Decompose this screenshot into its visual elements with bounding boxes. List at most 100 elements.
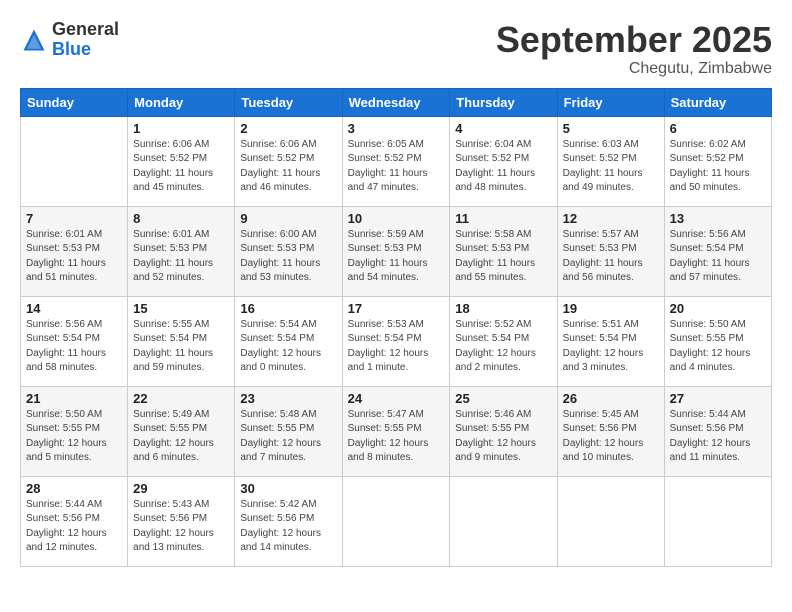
day-info: Sunrise: 5:42 AMSunset: 5:56 PMDaylight:…	[240, 498, 336, 556]
calendar-cell: 5Sunrise: 6:03 AMSunset: 5:52 PMDaylight…	[557, 116, 664, 206]
week-row-4: 28 Sunrise: 5:44 AMSunset: 5:56 PMDayligh…	[21, 476, 772, 566]
day-number: 15	[133, 301, 229, 316]
day-info: Sunrise: 6:04 AMSunset: 5:52 PMDaylight:…	[455, 138, 551, 196]
week-row-2: 14 Sunrise: 5:56 AMSunset: 5:54 PMDayligh…	[21, 296, 772, 386]
day-number: 22	[133, 391, 229, 406]
calendar-cell: 26Sunrise: 5:45 AMSunset: 5:56 PMDayligh…	[557, 386, 664, 476]
day-number: 1	[133, 121, 229, 136]
calendar-cell: 13 Sunrise: 5:56 AMSunset: 5:54 PMDayligh…	[664, 206, 771, 296]
calendar-cell: 16 Sunrise: 5:54 AMSunset: 5:54 PMDayligh…	[235, 296, 342, 386]
day-number: 13	[670, 211, 766, 226]
calendar-cell: 7 Sunrise: 6:01 AMSunset: 5:53 PMDaylight…	[21, 206, 128, 296]
day-number: 19	[563, 301, 659, 316]
day-info: Sunrise: 6:02 AMSunset: 5:52 PMDaylight:…	[670, 138, 766, 196]
header: General Blue September 2025 Chegutu, Zim…	[20, 20, 772, 78]
calendar-cell: 30 Sunrise: 5:42 AMSunset: 5:56 PMDayligh…	[235, 476, 342, 566]
calendar-cell: 28 Sunrise: 5:44 AMSunset: 5:56 PMDayligh…	[21, 476, 128, 566]
week-row-1: 7 Sunrise: 6:01 AMSunset: 5:53 PMDaylight…	[21, 206, 772, 296]
day-number: 21	[26, 391, 122, 406]
day-number: 16	[240, 301, 336, 316]
calendar-cell: 6 Sunrise: 6:02 AMSunset: 5:52 PMDaylight…	[664, 116, 771, 206]
calendar-cell	[450, 476, 557, 566]
header-sunday: Sunday	[21, 88, 128, 116]
calendar-cell: 15 Sunrise: 5:55 AMSunset: 5:54 PMDayligh…	[128, 296, 235, 386]
day-info: Sunrise: 6:01 AMSunset: 5:53 PMDaylight:…	[133, 228, 229, 286]
day-number: 25	[455, 391, 551, 406]
day-info: Sunrise: 5:54 AMSunset: 5:54 PMDaylight:…	[240, 318, 336, 376]
day-number: 29	[133, 481, 229, 496]
day-number: 18	[455, 301, 551, 316]
calendar-cell	[21, 116, 128, 206]
day-number: 28	[26, 481, 122, 496]
header-saturday: Saturday	[664, 88, 771, 116]
calendar-cell: 29 Sunrise: 5:43 AMSunset: 5:56 PMDayligh…	[128, 476, 235, 566]
day-number: 12	[563, 211, 659, 226]
title-area: September 2025 Chegutu, Zimbabwe	[496, 20, 772, 78]
day-number: 14	[26, 301, 122, 316]
calendar-cell: 22 Sunrise: 5:49 AMSunset: 5:55 PMDayligh…	[128, 386, 235, 476]
day-number: 27	[670, 391, 766, 406]
header-tuesday: Tuesday	[235, 88, 342, 116]
day-info: Sunrise: 5:56 AMSunset: 5:54 PMDaylight:…	[26, 318, 122, 376]
calendar-cell: 23Sunrise: 5:48 AMSunset: 5:55 PMDayligh…	[235, 386, 342, 476]
day-info: Sunrise: 6:05 AMSunset: 5:52 PMDaylight:…	[348, 138, 445, 196]
day-number: 30	[240, 481, 336, 496]
day-info: Sunrise: 6:00 AMSunset: 5:53 PMDaylight:…	[240, 228, 336, 286]
day-info: Sunrise: 5:52 AMSunset: 5:54 PMDaylight:…	[455, 318, 551, 376]
month-title: September 2025	[496, 20, 772, 60]
header-friday: Friday	[557, 88, 664, 116]
day-info: Sunrise: 5:45 AMSunset: 5:56 PMDaylight:…	[563, 408, 659, 466]
calendar-cell: 27Sunrise: 5:44 AMSunset: 5:56 PMDayligh…	[664, 386, 771, 476]
day-info: Sunrise: 5:43 AMSunset: 5:56 PMDaylight:…	[133, 498, 229, 556]
calendar-cell: 14 Sunrise: 5:56 AMSunset: 5:54 PMDayligh…	[21, 296, 128, 386]
day-info: Sunrise: 5:53 AMSunset: 5:54 PMDaylight:…	[348, 318, 445, 376]
calendar-cell: 20 Sunrise: 5:50 AMSunset: 5:55 PMDayligh…	[664, 296, 771, 386]
header-thursday: Thursday	[450, 88, 557, 116]
day-info: Sunrise: 5:50 AMSunset: 5:55 PMDaylight:…	[26, 408, 122, 466]
day-info: Sunrise: 5:49 AMSunset: 5:55 PMDaylight:…	[133, 408, 229, 466]
day-info: Sunrise: 5:59 AMSunset: 5:53 PMDaylight:…	[348, 228, 445, 286]
day-info: Sunrise: 5:46 AMSunset: 5:55 PMDaylight:…	[455, 408, 551, 466]
day-number: 20	[670, 301, 766, 316]
day-number: 10	[348, 211, 445, 226]
calendar-cell: 10 Sunrise: 5:59 AMSunset: 5:53 PMDayligh…	[342, 206, 450, 296]
day-number: 9	[240, 211, 336, 226]
day-number: 6	[670, 121, 766, 136]
header-row: SundayMondayTuesdayWednesdayThursdayFrid…	[21, 88, 772, 116]
day-info: Sunrise: 5:55 AMSunset: 5:54 PMDaylight:…	[133, 318, 229, 376]
calendar-cell: 2Sunrise: 6:06 AMSunset: 5:52 PMDaylight…	[235, 116, 342, 206]
calendar-cell: 1 Sunrise: 6:06 AMSunset: 5:52 PMDaylight…	[128, 116, 235, 206]
location: Chegutu, Zimbabwe	[496, 60, 772, 78]
week-row-3: 21 Sunrise: 5:50 AMSunset: 5:55 PMDayligh…	[21, 386, 772, 476]
logo: General Blue	[20, 20, 119, 60]
day-info: Sunrise: 6:01 AMSunset: 5:53 PMDaylight:…	[26, 228, 122, 286]
day-info: Sunrise: 5:51 AMSunset: 5:54 PMDaylight:…	[563, 318, 659, 376]
header-monday: Monday	[128, 88, 235, 116]
day-info: Sunrise: 5:47 AMSunset: 5:55 PMDaylight:…	[348, 408, 445, 466]
day-info: Sunrise: 6:06 AMSunset: 5:52 PMDaylight:…	[240, 138, 336, 196]
day-info: Sunrise: 6:06 AMSunset: 5:52 PMDaylight:…	[133, 138, 229, 196]
day-info: Sunrise: 5:50 AMSunset: 5:55 PMDaylight:…	[670, 318, 766, 376]
day-number: 7	[26, 211, 122, 226]
calendar-cell: 11Sunrise: 5:58 AMSunset: 5:53 PMDayligh…	[450, 206, 557, 296]
calendar-cell: 25 Sunrise: 5:46 AMSunset: 5:55 PMDayligh…	[450, 386, 557, 476]
calendar-cell: 3 Sunrise: 6:05 AMSunset: 5:52 PMDaylight…	[342, 116, 450, 206]
calendar-cell: 9 Sunrise: 6:00 AMSunset: 5:53 PMDaylight…	[235, 206, 342, 296]
week-row-0: 1 Sunrise: 6:06 AMSunset: 5:52 PMDaylight…	[21, 116, 772, 206]
day-number: 17	[348, 301, 445, 316]
day-number: 4	[455, 121, 551, 136]
calendar-cell: 12 Sunrise: 5:57 AMSunset: 5:53 PMDayligh…	[557, 206, 664, 296]
logo-text: General Blue	[52, 20, 119, 60]
day-info: Sunrise: 5:58 AMSunset: 5:53 PMDaylight:…	[455, 228, 551, 286]
day-info: Sunrise: 5:44 AMSunset: 5:56 PMDaylight:…	[26, 498, 122, 556]
day-info: Sunrise: 5:56 AMSunset: 5:54 PMDaylight:…	[670, 228, 766, 286]
day-info: Sunrise: 5:57 AMSunset: 5:53 PMDaylight:…	[563, 228, 659, 286]
calendar: SundayMondayTuesdayWednesdayThursdayFrid…	[20, 88, 772, 567]
logo-blue: Blue	[52, 39, 91, 59]
day-number: 3	[348, 121, 445, 136]
calendar-cell: 21 Sunrise: 5:50 AMSunset: 5:55 PMDayligh…	[21, 386, 128, 476]
day-number: 24	[348, 391, 445, 406]
calendar-cell: 24 Sunrise: 5:47 AMSunset: 5:55 PMDayligh…	[342, 386, 450, 476]
calendar-cell: 8Sunrise: 6:01 AMSunset: 5:53 PMDaylight…	[128, 206, 235, 296]
calendar-cell: 4 Sunrise: 6:04 AMSunset: 5:52 PMDaylight…	[450, 116, 557, 206]
